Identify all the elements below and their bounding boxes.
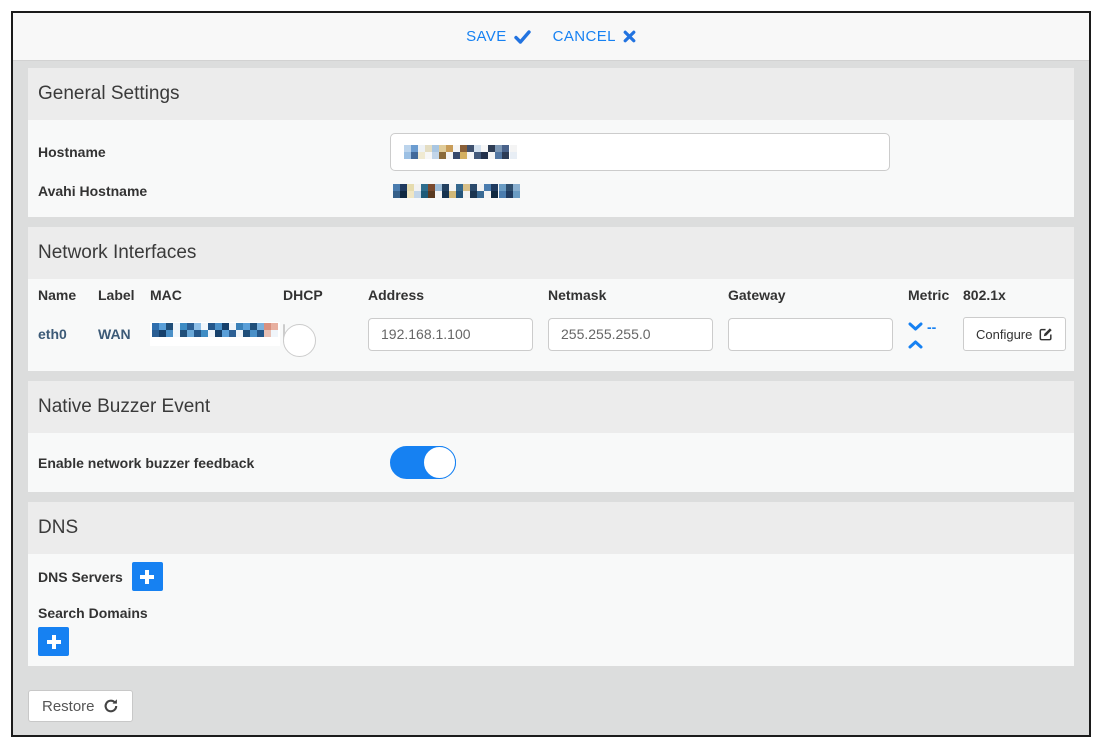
col-metric: Metric xyxy=(908,287,963,303)
chevron-up-icon[interactable] xyxy=(908,340,923,349)
section-network-interfaces: Network Interfaces Name Label MAC DHCP A… xyxy=(28,227,1074,371)
network-interfaces-body: Name Label MAC DHCP Address Netmask Gate… xyxy=(28,279,1074,371)
dns-servers-row: DNS Servers xyxy=(38,562,1064,591)
col-gateway: Gateway xyxy=(728,287,908,303)
general-settings-title: General Settings xyxy=(28,68,1074,120)
toggle-knob xyxy=(283,324,316,357)
metric-cell: -- xyxy=(908,320,963,349)
cancel-button[interactable]: CANCEL xyxy=(553,28,636,45)
restore-button[interactable]: Restore xyxy=(28,690,133,722)
col-label: Label xyxy=(98,287,150,303)
interface-label: WAN xyxy=(98,326,150,342)
dhcp-cell xyxy=(283,325,368,343)
netmask-cell xyxy=(548,318,728,351)
avahi-hostname-label: Avahi Hostname xyxy=(38,183,390,199)
dhcp-toggle[interactable] xyxy=(283,324,285,343)
dns-servers-label: DNS Servers xyxy=(38,569,123,585)
buzzer-row: Enable network buzzer feedback xyxy=(38,446,1064,479)
metric-value: -- xyxy=(927,320,936,334)
interface-name: eth0 xyxy=(38,326,98,342)
settings-panel: SAVE CANCEL General Settings Hostname xyxy=(11,11,1091,737)
8021x-cell: Configure xyxy=(963,317,1066,351)
settings-content: General Settings Hostname Avahi Hostname… xyxy=(13,61,1089,678)
save-label: SAVE xyxy=(466,28,507,45)
redacted-avahi-hostname-value xyxy=(393,184,520,198)
redacted-hostname-value xyxy=(404,145,517,159)
search-domains-label: Search Domains xyxy=(38,605,1064,621)
refresh-icon xyxy=(103,698,119,714)
section-general-settings: General Settings Hostname Avahi Hostname xyxy=(28,68,1074,217)
section-dns: DNS DNS Servers Search Domains xyxy=(28,502,1074,666)
col-netmask: Netmask xyxy=(548,287,728,303)
toggle-knob xyxy=(423,446,456,479)
configure-label: Configure xyxy=(976,327,1032,342)
col-8021x: 802.1x xyxy=(963,287,1064,303)
col-dhcp: DHCP xyxy=(283,287,368,303)
save-button[interactable]: SAVE xyxy=(466,28,531,45)
interface-mac xyxy=(150,322,283,346)
restore-label: Restore xyxy=(42,698,95,715)
interface-row-eth0: eth0 WAN xyxy=(38,317,1064,351)
hostname-input[interactable] xyxy=(390,133,890,171)
gateway-cell xyxy=(728,318,908,351)
avahi-hostname-row: Avahi Hostname xyxy=(38,183,1064,199)
col-mac: MAC xyxy=(150,287,283,303)
cancel-label: CANCEL xyxy=(553,28,616,45)
col-name: Name xyxy=(38,287,98,303)
chevron-down-icon[interactable] xyxy=(908,322,923,331)
section-native-buzzer: Native Buzzer Event Enable network buzze… xyxy=(28,381,1074,492)
checkmark-icon xyxy=(514,30,531,44)
plus-icon xyxy=(47,635,61,649)
hostname-row: Hostname xyxy=(38,133,1064,171)
add-search-domain-button[interactable] xyxy=(38,627,69,656)
col-address: Address xyxy=(368,287,548,303)
address-cell xyxy=(368,318,548,351)
action-bar: SAVE CANCEL xyxy=(13,13,1089,61)
dns-title: DNS xyxy=(28,502,1074,554)
netmask-input[interactable] xyxy=(548,318,713,351)
interfaces-column-headers: Name Label MAC DHCP Address Netmask Gate… xyxy=(38,287,1064,303)
native-buzzer-title: Native Buzzer Event xyxy=(28,381,1074,433)
configure-8021x-button[interactable]: Configure xyxy=(963,317,1066,351)
plus-icon xyxy=(140,570,154,584)
gateway-input[interactable] xyxy=(728,318,893,351)
network-interfaces-title: Network Interfaces xyxy=(28,227,1074,279)
address-input[interactable] xyxy=(368,318,533,351)
cross-icon xyxy=(623,30,636,43)
redacted-mac-value xyxy=(152,323,278,337)
pencil-square-icon xyxy=(1039,327,1053,341)
buzzer-feedback-label: Enable network buzzer feedback xyxy=(38,455,390,471)
hostname-label: Hostname xyxy=(38,144,390,160)
dns-body: DNS Servers Search Domains xyxy=(28,554,1074,666)
native-buzzer-body: Enable network buzzer feedback xyxy=(28,433,1074,492)
add-dns-server-button[interactable] xyxy=(132,562,163,591)
buzzer-feedback-toggle[interactable] xyxy=(390,446,456,479)
general-settings-body: Hostname Avahi Hostname xyxy=(28,120,1074,217)
footer-bar: Restore xyxy=(13,678,1089,735)
